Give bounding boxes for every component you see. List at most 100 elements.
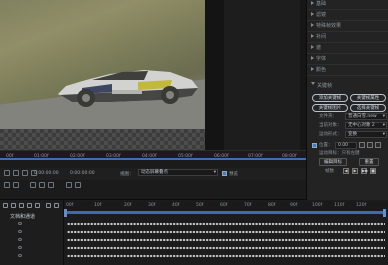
next-frame-button[interactable]: ▶▶	[361, 168, 368, 174]
section-label: 关键帧	[317, 83, 333, 89]
playhead-handle[interactable]	[64, 209, 67, 217]
folder-icon[interactable]	[11, 203, 16, 208]
add-keyframe-button[interactable]: 添加关键帧	[312, 94, 348, 102]
link-layer-icon[interactable]	[19, 203, 24, 208]
eye-icon[interactable]	[18, 238, 22, 241]
menu-icon[interactable]	[4, 170, 10, 176]
position-input[interactable]: 0.00	[335, 142, 357, 149]
visibility-toggle-icon[interactable]	[54, 203, 59, 208]
add-layer-icon[interactable]	[3, 203, 8, 208]
ruler-tick: 60f	[220, 203, 228, 208]
duplicate-layer-icon[interactable]	[35, 203, 40, 208]
eye-icon[interactable]	[18, 246, 22, 249]
lock-layer-icon[interactable]	[46, 203, 51, 208]
timeline-work-area-bar[interactable]	[64, 211, 386, 214]
section-label: 补间	[316, 34, 327, 40]
field-label: 文件夹：	[319, 114, 337, 119]
eye-icon[interactable]	[18, 254, 22, 257]
keyframe-track[interactable]	[67, 246, 385, 250]
section-mask[interactable]: 遮	[311, 44, 321, 52]
settings-icon[interactable]	[75, 182, 81, 188]
dropdown-arrow-icon: ▾	[213, 170, 216, 175]
ruler-tick: 80f	[268, 203, 276, 208]
stop-button[interactable]: ■	[370, 168, 376, 174]
input-value: 0.00	[338, 143, 349, 148]
section-basic[interactable]: 基础	[311, 0, 326, 8]
keyframe-properties-button[interactable]: 关键帧属性	[350, 94, 386, 102]
section-label: 颜色	[316, 67, 327, 73]
expand-arrow-icon	[311, 12, 314, 16]
preview-viewer[interactable]	[0, 0, 224, 150]
grid-icon[interactable]	[13, 170, 19, 176]
select-keyframe-button[interactable]: 选择关键帧	[350, 104, 386, 112]
expand-arrow-icon	[311, 56, 314, 60]
section-effects[interactable]: 特殊帧效果	[311, 22, 341, 30]
divider	[307, 31, 388, 32]
mark-in-icon[interactable]	[30, 182, 36, 188]
snapshot-icon[interactable]	[48, 182, 54, 188]
delete-layer-icon[interactable]	[27, 203, 32, 208]
ruler-tick: 40f	[172, 203, 180, 208]
section-tween[interactable]: 补间	[311, 33, 326, 41]
expand-arrow-icon	[311, 34, 314, 38]
dropdown-arrow-icon: ▾	[382, 123, 385, 128]
work-area-end-handle[interactable]	[383, 209, 386, 217]
position-checkbox[interactable]	[312, 143, 317, 148]
edit-target-button[interactable]: 编辑目标	[319, 158, 347, 166]
expand-arrow-icon	[311, 1, 314, 5]
section-font[interactable]: 字体	[311, 55, 326, 63]
ruler-tick: 100f	[312, 203, 323, 208]
ruler-tick: 120f	[356, 203, 367, 208]
ruler-tick: 20f	[124, 203, 132, 208]
section-color[interactable]: 颜色	[311, 66, 326, 74]
reset-button[interactable]: 重置	[359, 158, 379, 166]
eye-icon[interactable]	[18, 230, 22, 233]
layer-group-label[interactable]: 文档和通道	[10, 213, 35, 220]
link-icon[interactable]	[367, 142, 373, 148]
keyframe-track[interactable]	[67, 230, 385, 234]
zoom-icon[interactable]	[13, 182, 19, 188]
playback-controls: 0:00:00:00 0:00:00:00 视图： 动态屏幕叠点 ▾ 预览	[0, 168, 306, 180]
select-value: 变换	[348, 132, 357, 137]
loop-icon[interactable]	[22, 170, 28, 176]
expand-arrow-icon	[311, 23, 314, 27]
keyframe-track[interactable]	[67, 254, 385, 258]
view-select[interactable]: 动态屏幕叠点 ▾	[138, 169, 218, 176]
divider	[307, 53, 388, 54]
keyframe-track[interactable]	[67, 222, 385, 226]
eye-icon[interactable]	[18, 222, 22, 225]
section-label: 字体	[316, 56, 327, 62]
view-label: 视图：	[120, 172, 134, 177]
preview-progress-bar[interactable]	[0, 158, 306, 160]
viewer-side-strip	[205, 0, 224, 150]
timeline-ruler[interactable]: 00f 10f 20f 30f 40f 50f 60f 70f 80f 90f …	[64, 201, 388, 211]
ruler-tick: 70f	[244, 203, 252, 208]
lock-icon[interactable]	[359, 142, 365, 148]
field-label: 当前对象：	[319, 123, 342, 128]
preview-checkbox[interactable]	[222, 171, 227, 176]
divider	[307, 75, 388, 76]
select-value: 动态屏幕叠点	[141, 170, 168, 175]
keyframe-track[interactable]	[67, 238, 385, 242]
ruler-tick: 30f	[148, 203, 156, 208]
position-label: 位置：	[319, 143, 333, 148]
current-object-select[interactable]: 无中心对象 2 ▾	[345, 122, 387, 129]
section-label: 特殊帧效果	[316, 23, 342, 29]
prev-frame-button[interactable]: ◀	[343, 168, 349, 174]
section-keyframe[interactable]: 关键帧	[311, 82, 332, 90]
section-filter[interactable]: 滤镜	[311, 11, 326, 19]
field-label: 运动形式：	[319, 132, 342, 137]
timeline-toolbar	[0, 180, 306, 200]
reset-position-icon[interactable]	[375, 142, 381, 148]
ruler-tick: 10f	[94, 203, 102, 208]
audio-icon[interactable]	[66, 182, 72, 188]
dropdown-arrow-icon: ▾	[382, 132, 385, 137]
keyframe-image-button[interactable]: 关键帧图片	[312, 104, 348, 112]
motion-type-select[interactable]: 变换 ▾	[345, 131, 387, 138]
camera-icon[interactable]	[4, 182, 10, 188]
folder-select[interactable]: 普通白雪.new ▾	[345, 113, 387, 120]
divider	[307, 20, 388, 21]
play-button[interactable]: ▶	[352, 168, 358, 174]
expand-arrow-icon	[311, 67, 314, 71]
mark-out-icon[interactable]	[39, 182, 45, 188]
